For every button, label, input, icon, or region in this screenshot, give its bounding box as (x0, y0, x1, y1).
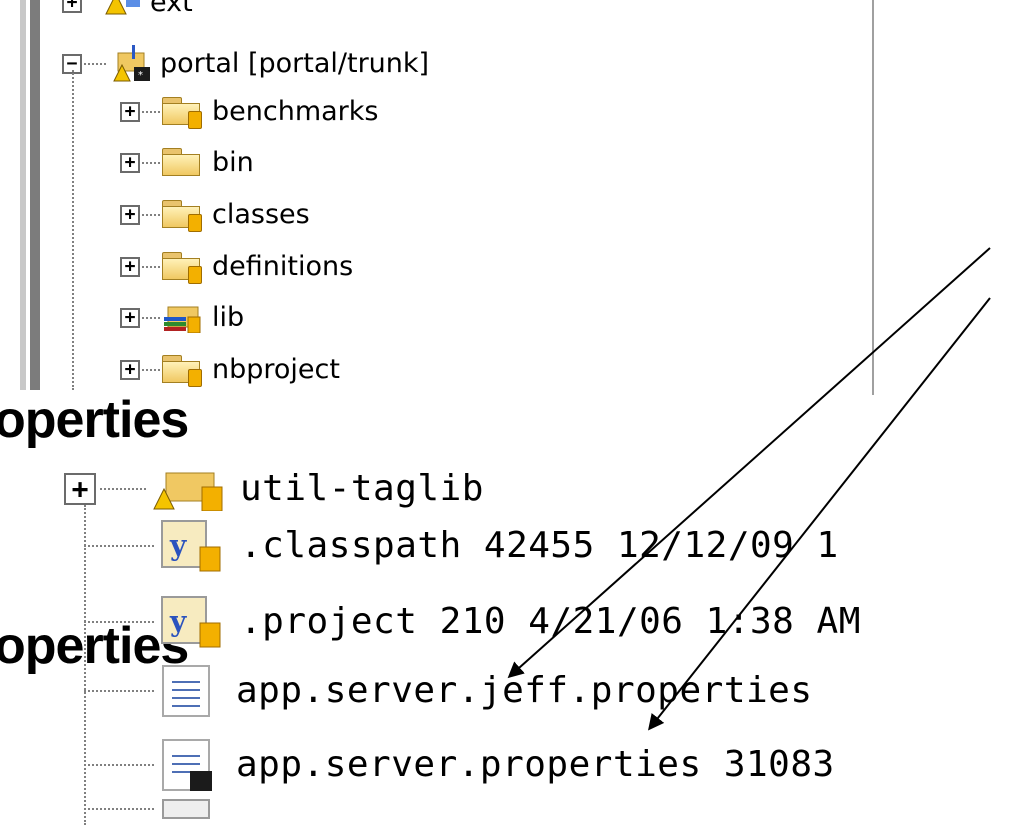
annotation-arrows (507, 247, 991, 731)
arrow-to-jeff-properties (507, 247, 991, 679)
arrow-to-server-properties (648, 297, 991, 731)
